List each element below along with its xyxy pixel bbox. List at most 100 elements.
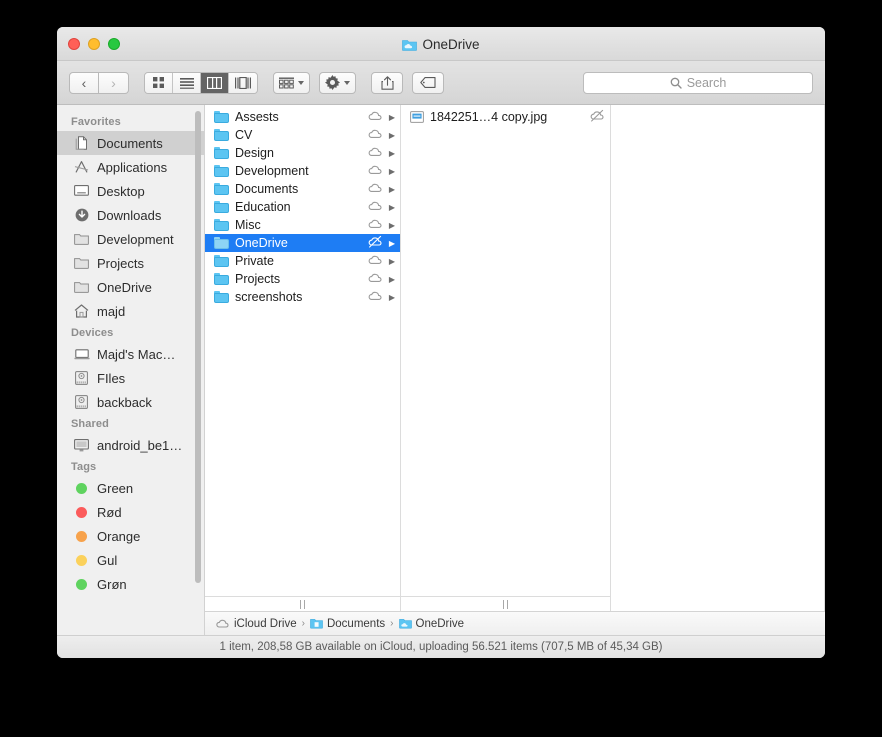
sidebar-item-android-be1[interactable]: android_be1… xyxy=(57,433,204,457)
sidebar-item-green[interactable]: Green xyxy=(57,476,204,500)
cloud-slash-icon xyxy=(590,109,604,122)
column-row[interactable]: OneDrive ▶ xyxy=(205,234,400,252)
folder-icon xyxy=(74,258,89,269)
cloud-icon xyxy=(367,110,383,124)
grid-icon xyxy=(153,77,164,88)
forward-button[interactable]: › xyxy=(99,71,129,94)
sidebar-item-files[interactable]: FIles xyxy=(57,366,204,390)
breadcrumb-label: OneDrive xyxy=(415,617,465,630)
sidebar-item-label: Grøn xyxy=(97,576,127,592)
tag-button[interactable] xyxy=(412,71,444,94)
maximize-button[interactable] xyxy=(108,38,120,50)
minimize-button[interactable] xyxy=(88,38,100,50)
columns-area: Assests ▶ CV ▶ Design ▶ Development ▶ Documents ▶… xyxy=(205,105,825,611)
icon-view-button[interactable] xyxy=(145,72,173,93)
column-row[interactable]: screenshots ▶ xyxy=(205,288,400,306)
folder-icon xyxy=(214,111,229,123)
harddisk-icon xyxy=(73,371,90,386)
tag-dot-icon xyxy=(76,482,87,494)
arrange-button[interactable] xyxy=(273,71,310,94)
sidebar-section-header: Favorites xyxy=(71,116,121,128)
cloud-icon xyxy=(368,147,382,156)
column-row[interactable]: Private ▶ xyxy=(205,252,400,270)
chevron-left-icon: ‹ xyxy=(81,74,87,91)
sidebar-section-header: Devices xyxy=(71,327,114,339)
back-button[interactable]: ‹ xyxy=(69,71,99,94)
tag-dot-icon xyxy=(76,578,87,590)
breadcrumb-label: iCloud Drive xyxy=(234,617,297,630)
cloud-icon xyxy=(367,290,383,304)
column-row[interactable]: 1842251…4 copy.jpg xyxy=(401,108,610,126)
gallery-view-button[interactable] xyxy=(229,72,257,93)
sidebar-item-applications[interactable]: Applications xyxy=(57,155,204,179)
sidebar-section-header: Shared xyxy=(71,418,109,430)
sidebar-item-label: Orange xyxy=(97,528,141,544)
sidebar-item-majd-s-mac[interactable]: Majd's Mac… xyxy=(57,342,204,366)
sidebar-item-r-d[interactable]: Rød xyxy=(57,500,204,524)
sidebar-item-gr-n[interactable]: Grøn xyxy=(57,572,204,596)
column-row-label: Assests xyxy=(235,110,279,124)
column-row[interactable]: Projects ▶ xyxy=(205,270,400,288)
column-view-button[interactable] xyxy=(201,72,229,93)
column-row-label: Projects xyxy=(235,272,281,286)
column-row[interactable]: Documents ▶ xyxy=(205,180,400,198)
display-icon xyxy=(73,438,90,453)
search-icon xyxy=(670,77,682,89)
column-row[interactable]: Development ▶ xyxy=(205,162,400,180)
breadcrumb-separator: › xyxy=(301,618,305,629)
cloud-icon xyxy=(368,183,382,192)
sidebar-scrollbar[interactable] xyxy=(195,111,201,583)
action-button[interactable] xyxy=(319,71,356,94)
sidebar-item-backback[interactable]: backback xyxy=(57,390,204,414)
sidebar-item-desktop[interactable]: Desktop xyxy=(57,179,204,203)
chevron-down-icon xyxy=(298,80,304,85)
laptop-icon xyxy=(73,348,90,359)
folder-icon xyxy=(73,280,90,295)
close-button[interactable] xyxy=(68,38,80,50)
column-resize-handle[interactable] xyxy=(205,596,400,611)
sidebar-item-onedrive[interactable]: OneDrive xyxy=(57,275,204,299)
share-icon xyxy=(380,75,394,90)
sidebar-item-projects[interactable]: Projects xyxy=(57,251,204,275)
tag-dot-icon xyxy=(76,530,87,542)
gear-icon xyxy=(325,75,340,90)
chevron-right-icon: ▶ xyxy=(388,112,395,122)
cloud-icon xyxy=(368,255,382,264)
chevron-right-icon: ▶ xyxy=(388,130,395,140)
folder-icon xyxy=(214,183,229,195)
sidebar-item-label: Downloads xyxy=(97,207,162,223)
column-row-label: Misc xyxy=(235,218,261,232)
sidebar-item-label: Applications xyxy=(97,159,168,175)
sidebar-item-majd[interactable]: majd xyxy=(57,299,204,323)
sidebar-item-label: backback xyxy=(97,394,152,410)
column-row[interactable]: Design ▶ xyxy=(205,144,400,162)
sidebar-item-documents[interactable]: Documents xyxy=(57,131,204,155)
column-row[interactable]: CV ▶ xyxy=(205,126,400,144)
column-row[interactable]: Misc ▶ xyxy=(205,216,400,234)
folder-icon xyxy=(214,201,229,213)
breadcrumb-label: Documents xyxy=(326,617,386,630)
sidebar-item-label: Gul xyxy=(97,552,118,568)
column-row[interactable]: Assests ▶ xyxy=(205,108,400,126)
sidebar-list: Favorites Documents Applications Desktop Dow… xyxy=(57,105,204,596)
window-controls xyxy=(68,38,120,50)
folder-icon xyxy=(214,255,229,267)
cloud-icon xyxy=(216,619,229,628)
column-row[interactable]: Education ▶ xyxy=(205,198,400,216)
breadcrumb-item-onedrive[interactable]: OneDrive xyxy=(398,617,465,630)
folder-icon xyxy=(214,165,229,177)
sidebar-item-downloads[interactable]: Downloads xyxy=(57,203,204,227)
sidebar-item-gul[interactable]: Gul xyxy=(57,548,204,572)
sidebar-item-development[interactable]: Development xyxy=(57,227,204,251)
chevron-right-icon: ▶ xyxy=(388,238,395,248)
harddisk-icon xyxy=(75,395,88,409)
desktop-icon xyxy=(73,184,90,199)
tag-dot-icon xyxy=(76,506,87,518)
share-button[interactable] xyxy=(371,71,403,94)
list-view-button[interactable] xyxy=(173,72,201,93)
breadcrumb-item-documents[interactable]: Documents xyxy=(310,618,385,630)
column-resize-handle[interactable] xyxy=(401,596,610,611)
sidebar-item-orange[interactable]: Orange xyxy=(57,524,204,548)
breadcrumb-item-icloud-drive[interactable]: iCloud Drive xyxy=(215,618,297,630)
search-field[interactable]: Search xyxy=(583,71,813,94)
